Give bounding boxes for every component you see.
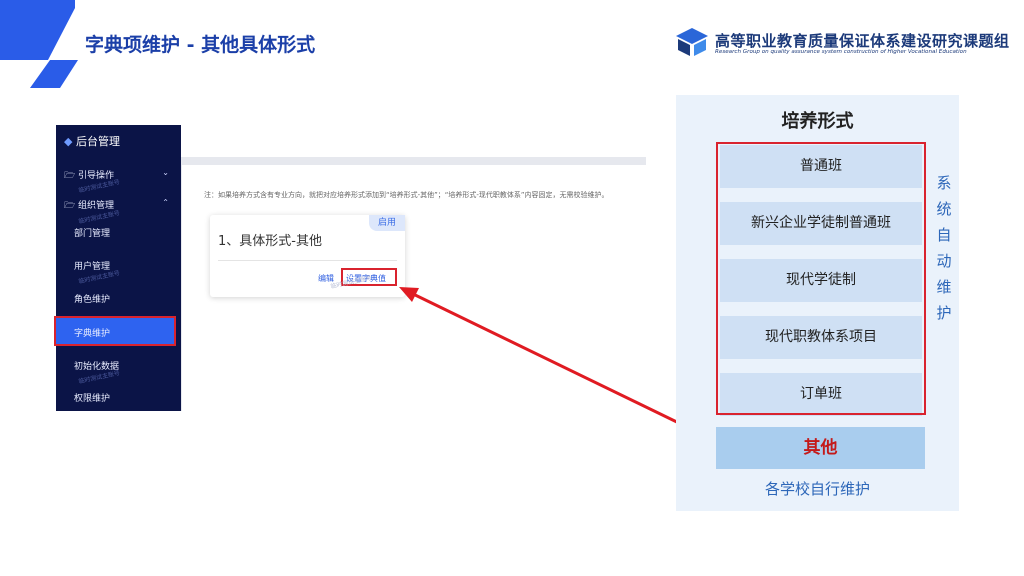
chevron-up-icon[interactable]: ⌃	[162, 198, 169, 207]
school-maintained-label: 各学校自行维护	[764, 480, 870, 498]
panel-title: 培养形式	[781, 111, 854, 132]
sidebar-header: ◆ 后台管理	[64, 133, 120, 149]
card-divider	[218, 260, 397, 261]
sidebar-item-dept[interactable]: 部门管理	[74, 226, 110, 239]
sidebar-item-permissions[interactable]: 权限维护	[74, 391, 110, 404]
cube-icon: ◆	[64, 135, 73, 148]
system-maintained-box	[716, 142, 926, 415]
folder-icon: 🗁	[64, 171, 76, 181]
page-title: 字典项维护 - 其他具体形式	[85, 34, 316, 56]
sidebar-item-dict[interactable]: 字典维护	[74, 326, 110, 339]
status-badge: 启用	[369, 215, 405, 231]
logo-text-cn: 高等职业教育质量保证体系建设研究课题组	[715, 32, 1010, 50]
dict-card: 启用 1、具体形式-其他 编辑 设置字典值 临时测试主账号	[210, 215, 405, 297]
corner-decoration	[0, 0, 78, 88]
info-note: 注：如果培养方式含有专业方向，就把对应培养形式添加到“培养形式-其他”；“培养形…	[204, 191, 609, 199]
sidebar: ◆ 后台管理 🗁 引导操作 ⌄ 🗁 组织管理 ⌃ 部门管理 用户管理 角色维护 …	[54, 125, 181, 411]
logo-icon	[676, 28, 708, 56]
sidebar-item-roles[interactable]: 角色维护	[74, 292, 110, 305]
vertical-label: 系 统 自 动 维 护	[936, 174, 952, 322]
folder-icon: 🗁	[64, 201, 76, 211]
other-item: 其他	[716, 427, 925, 469]
logo-text-en: Research Group on quality assurance syst…	[715, 49, 967, 55]
content-frame-top	[176, 157, 646, 165]
chevron-down-icon[interactable]: ⌄	[162, 168, 169, 177]
sidebar-title: 后台管理	[75, 135, 120, 148]
card-title: 1、具体形式-其他	[218, 234, 322, 249]
training-form-panel: 培养形式 普通班 新兴企业学徒制普通班 现代学徒制 现代职教体系项目 订单班 系…	[676, 95, 959, 511]
